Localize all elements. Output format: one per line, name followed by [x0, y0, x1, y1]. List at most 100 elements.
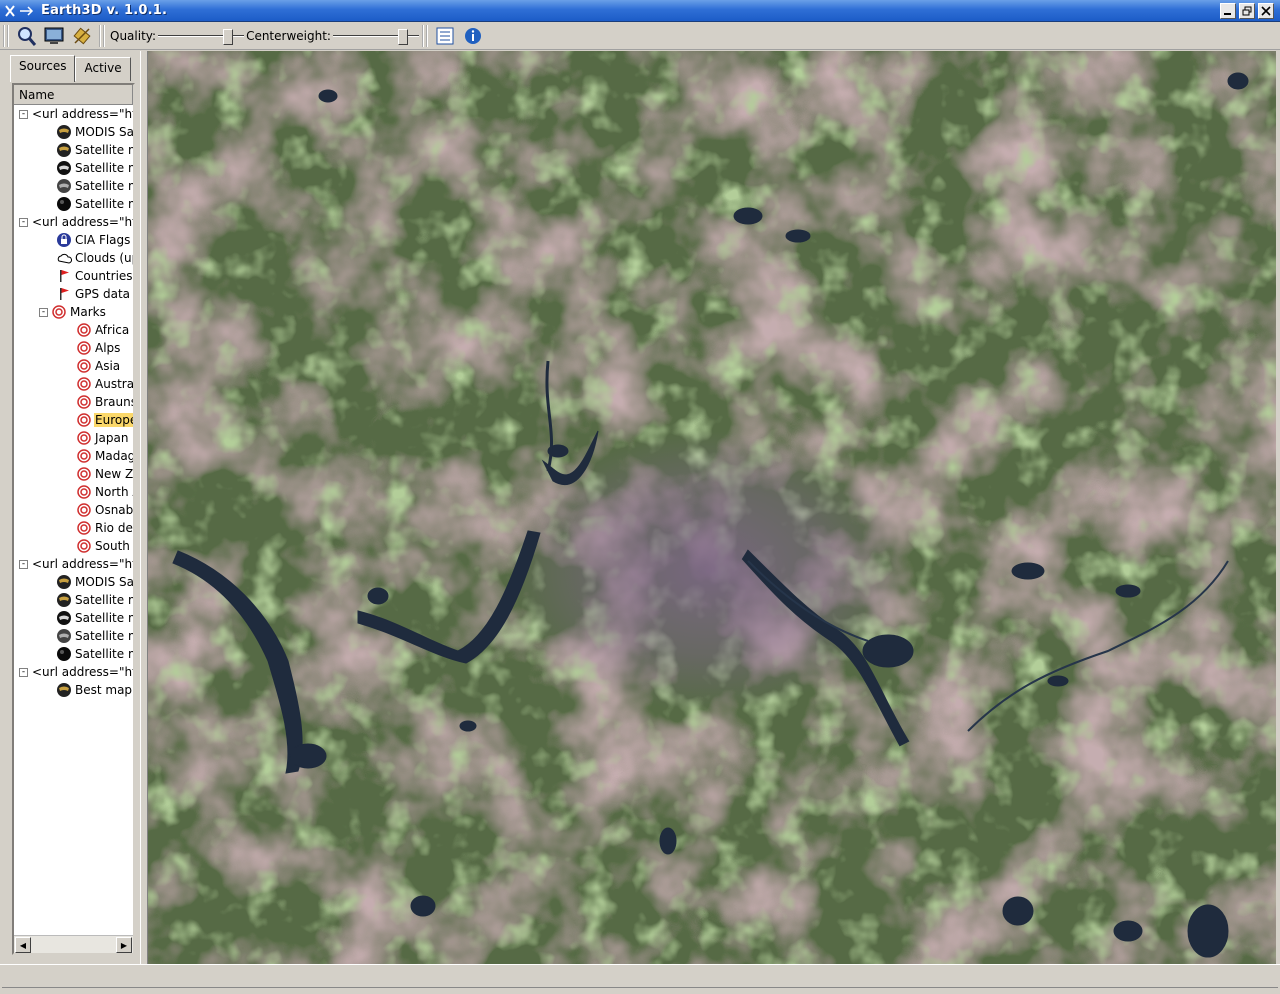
tree-item-label: Satellite m: [75, 197, 133, 211]
toolbar-handle[interactable]: [99, 24, 105, 47]
app-menu-icon[interactable]: [3, 2, 37, 20]
slider-thumb[interactable]: [397, 28, 408, 45]
toolbar-handle[interactable]: [421, 24, 428, 47]
tree-item[interactable]: Satellite m: [14, 645, 133, 663]
gps-button[interactable]: [68, 24, 96, 48]
tree-item[interactable]: Satellite m: [14, 177, 133, 195]
tree-item-label: Satellite m: [75, 611, 133, 625]
column-header-name[interactable]: Name: [14, 85, 133, 105]
tree-expander-icon[interactable]: -: [19, 217, 28, 227]
target-icon: [76, 466, 92, 482]
tree-item-label: MODIS Sa: [75, 125, 133, 139]
status-bar: [0, 964, 1280, 994]
screenshot-button[interactable]: [40, 24, 68, 48]
globe-icon: [56, 178, 72, 194]
tree-item[interactable]: Satellite m: [14, 627, 133, 645]
minimize-button[interactable]: [1220, 3, 1236, 19]
tree-expander-icon[interactable]: -: [19, 109, 28, 119]
tree-item[interactable]: Alps: [14, 339, 133, 357]
toolbar-handle[interactable]: [3, 24, 9, 47]
tree-item[interactable]: Asia: [14, 357, 133, 375]
globe-icon: [56, 646, 72, 662]
tree-item[interactable]: Austral: [14, 375, 133, 393]
tree-item[interactable]: - <url address="ht: [14, 213, 133, 231]
tree-item-label: Satellite m: [75, 647, 133, 661]
tree-item[interactable]: MODIS Sa: [14, 123, 133, 141]
tree-item[interactable]: New Ze: [14, 465, 133, 483]
globe-icon: [56, 196, 72, 212]
globe-icon: [56, 160, 72, 176]
close-button[interactable]: [1258, 3, 1274, 19]
tree-item-label: <url address="ht: [32, 665, 133, 679]
satellite-map[interactable]: [148, 51, 1276, 964]
sources-tree[interactable]: Name - <url address="ht MODIS Sa Satellite …: [12, 83, 135, 955]
tree-item[interactable]: North A: [14, 483, 133, 501]
tree-expander-icon[interactable]: -: [19, 559, 28, 569]
tree-item[interactable]: Madag: [14, 447, 133, 465]
tab-active[interactable]: Active: [75, 57, 131, 81]
tree-item-label: Asia: [95, 359, 121, 373]
scroll-left-button[interactable]: ◀: [15, 937, 31, 953]
map-view[interactable]: [148, 51, 1276, 964]
info-button[interactable]: [459, 24, 487, 48]
flag-icon: [56, 286, 72, 302]
target-icon: [76, 376, 92, 392]
toolbar: Quality: Centerweight:: [0, 22, 1280, 50]
tree-item[interactable]: Satellite m: [14, 141, 133, 159]
tree-item-label: Africa: [95, 323, 130, 337]
title-bar[interactable]: Earth3D v. 1.0.1.: [0, 0, 1280, 22]
tree-item[interactable]: Rio de: [14, 519, 133, 537]
tree-item[interactable]: Best map:: [14, 681, 133, 699]
target-icon: [76, 520, 92, 536]
target-icon: [76, 322, 92, 338]
tree-item[interactable]: CIA Flags: [14, 231, 133, 249]
tree-item[interactable]: MODIS Sa: [14, 573, 133, 591]
globe-icon: [56, 142, 72, 158]
tree-body[interactable]: -<url address="htMODIS SaSatellite mSate…: [14, 105, 133, 935]
horizontal-scrollbar[interactable]: ◀ ▶: [14, 935, 133, 953]
zoom-button[interactable]: [12, 24, 40, 48]
tree-item[interactable]: Osnabi: [14, 501, 133, 519]
tree-expander-icon[interactable]: -: [19, 667, 28, 677]
tree-item-label: Japan: [95, 431, 129, 445]
tree-item[interactable]: Satellite m: [14, 159, 133, 177]
tree-item[interactable]: Satellite m: [14, 591, 133, 609]
scroll-right-button[interactable]: ▶: [116, 937, 132, 953]
globe-icon: [56, 682, 72, 698]
tab-sources[interactable]: Sources: [10, 55, 76, 82]
centerweight-slider[interactable]: [332, 26, 419, 46]
info-icon: [464, 27, 481, 44]
tree-item-label: Marks: [70, 305, 106, 319]
globe-icon: [56, 124, 72, 140]
target-icon: [76, 412, 92, 428]
tree-item-label: CIA Flags: [75, 233, 131, 247]
slider-thumb[interactable]: [223, 28, 234, 45]
tree-item[interactable]: - <url address="ht: [14, 105, 133, 123]
panel-splitter[interactable]: [140, 51, 148, 964]
target-icon: [76, 430, 92, 446]
flag-icon: [56, 268, 72, 284]
tree-item[interactable]: Clouds (up: [14, 249, 133, 267]
tree-item[interactable]: - <url address="ht: [14, 663, 133, 681]
tree-item[interactable]: Satellite m: [14, 609, 133, 627]
tree-item[interactable]: Europe: [14, 411, 133, 429]
tree-item[interactable]: South /: [14, 537, 133, 555]
list-button[interactable]: [431, 24, 459, 48]
tree-item-label: <url address="ht: [32, 215, 133, 229]
tree-item-label: Best map:: [75, 683, 133, 697]
globe-icon: [56, 610, 72, 626]
tree-item[interactable]: Africa: [14, 321, 133, 339]
tree-item[interactable]: GPS data: [14, 285, 133, 303]
window-title: Earth3D v. 1.0.1.: [41, 3, 168, 18]
tree-item[interactable]: Satellite m: [14, 195, 133, 213]
tree-item-label: Satellite m: [75, 593, 133, 607]
tree-expander-icon[interactable]: -: [39, 307, 48, 317]
tree-item[interactable]: Countries: [14, 267, 133, 285]
tree-item[interactable]: Brauns: [14, 393, 133, 411]
maximize-button[interactable]: [1239, 3, 1255, 19]
quality-slider[interactable]: [158, 26, 245, 46]
tree-item[interactable]: - <url address="ht: [14, 555, 133, 573]
tree-item[interactable]: - Marks: [14, 303, 133, 321]
target-icon: [76, 448, 92, 464]
tree-item[interactable]: Japan: [14, 429, 133, 447]
